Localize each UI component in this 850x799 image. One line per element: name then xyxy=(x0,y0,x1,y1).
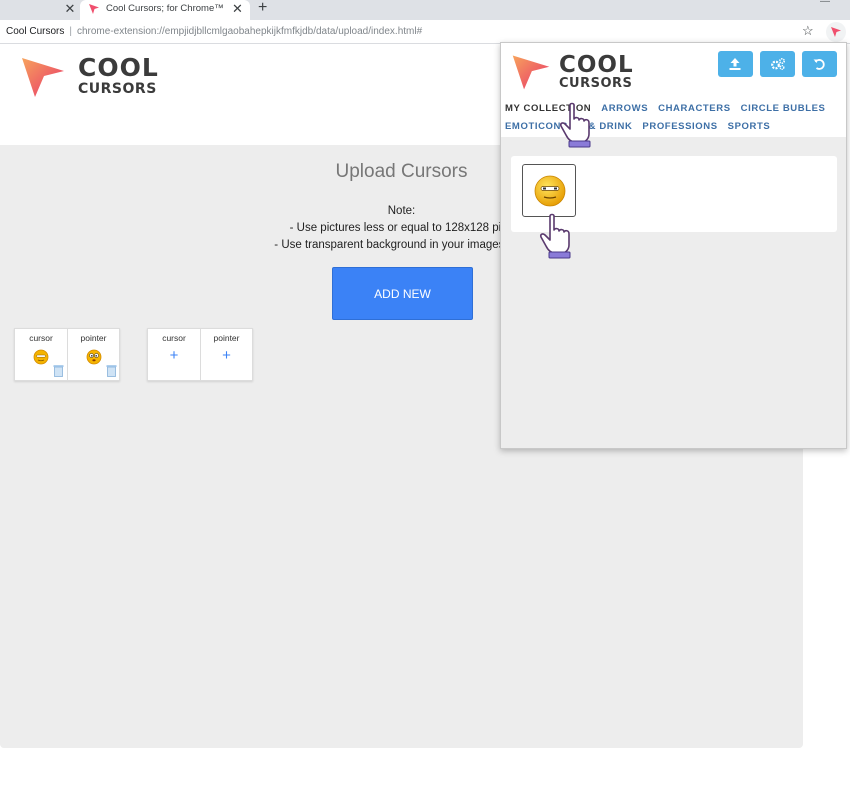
collection-item[interactable] xyxy=(522,164,576,217)
site-chip: Cool Cursors xyxy=(6,26,65,37)
settings-button[interactable] xyxy=(760,51,795,77)
address-toolbar: Cool Cursors | chrome-extension://empjidjb… xyxy=(0,20,850,44)
page-logo: COOL CURSORS xyxy=(20,54,160,102)
cool-cursors-logo-icon xyxy=(22,58,64,97)
address-bar[interactable]: Cool Cursors | chrome-extension://empjidjb… xyxy=(0,22,790,42)
hand-pointer-icon xyxy=(540,213,571,259)
bookmark-star-icon[interactable]: ☆ xyxy=(802,23,814,39)
cursor-slot[interactable]: cursor + xyxy=(148,329,200,380)
emoji-pointer-icon xyxy=(86,349,102,365)
pointer-slot[interactable]: pointer + xyxy=(200,329,252,380)
tab-title: Cool Cursors; for Chrome™ xyxy=(106,3,224,14)
url-separator: | xyxy=(69,26,72,37)
logo-line-cursors: CURSORS xyxy=(559,76,633,91)
cursor-label: cursor xyxy=(162,333,186,343)
url-text: chrome-extension://empjidjbllcmlgaobahep… xyxy=(76,26,423,37)
delete-cursor-icon[interactable] xyxy=(53,364,64,377)
popup-header: COOL CURSORS MY COLLECTION ARROWS CHARAC… xyxy=(501,43,846,137)
pointer-label: pointer xyxy=(80,333,107,343)
cool-cursors-extension-button[interactable] xyxy=(826,22,846,42)
logo-line-cursors: CURSORS xyxy=(78,81,157,97)
tab-strip: ✕ Cool Cursors; for Chrome™ ✕ + — xyxy=(0,0,850,20)
cool-cursors-favicon-icon xyxy=(89,4,99,14)
new-tab-plus-icon[interactable]: + xyxy=(258,0,267,17)
cursor-pair-1: cursor pointer xyxy=(14,328,120,381)
emoji-face-icon xyxy=(534,175,566,207)
add-new-button[interactable]: ADD NEW xyxy=(332,267,473,320)
hand-pointer-icon xyxy=(560,102,591,148)
logo-line-cool: COOL xyxy=(559,52,634,78)
upload-icon xyxy=(729,58,741,70)
add-pointer-plus-icon[interactable]: + xyxy=(201,347,252,364)
cursor-label: cursor xyxy=(29,333,53,343)
pointer-slot[interactable]: pointer xyxy=(67,329,119,380)
add-cursor-plus-icon[interactable]: + xyxy=(148,347,200,364)
previous-tab-close-icon[interactable]: ✕ xyxy=(64,1,76,17)
tab-cool-cursors[interactable]: Cool Cursors; for Chrome™ ✕ xyxy=(80,0,250,20)
tab-characters[interactable]: CHARACTERS xyxy=(658,103,731,114)
category-row-1: MY COLLECTION ARROWS CHARACTERS CIRCLE BUBL… xyxy=(505,103,836,114)
upload-button[interactable] xyxy=(718,51,753,77)
tab-professions[interactable]: PROFESSIONS xyxy=(642,121,717,132)
reset-icon xyxy=(813,59,825,70)
delete-pointer-icon[interactable] xyxy=(106,364,117,377)
cursor-pair-2: cursor + pointer + xyxy=(147,328,253,381)
reset-button[interactable] xyxy=(802,51,837,77)
popup-logo: COOL CURSORS xyxy=(511,51,641,99)
tab-arrows[interactable]: ARROWS xyxy=(601,103,648,114)
cursor-arrow-icon xyxy=(831,27,841,37)
pointer-label: pointer xyxy=(213,333,240,343)
logo-line-cool: COOL xyxy=(78,53,159,82)
settings-icon xyxy=(771,57,786,70)
tab-close-icon[interactable]: ✕ xyxy=(232,1,243,17)
window-minimize-icon[interactable]: — xyxy=(820,0,830,7)
tab-sports[interactable]: SPORTS xyxy=(728,121,771,132)
emoji-cursor-icon xyxy=(33,349,49,365)
tab-circle-bubles[interactable]: CIRCLE BUBLES xyxy=(741,103,826,114)
category-row-2: EMOTICONS D & DRINK PROFESSIONS SPORTS xyxy=(505,121,780,132)
cool-cursors-logo-icon xyxy=(512,55,550,90)
